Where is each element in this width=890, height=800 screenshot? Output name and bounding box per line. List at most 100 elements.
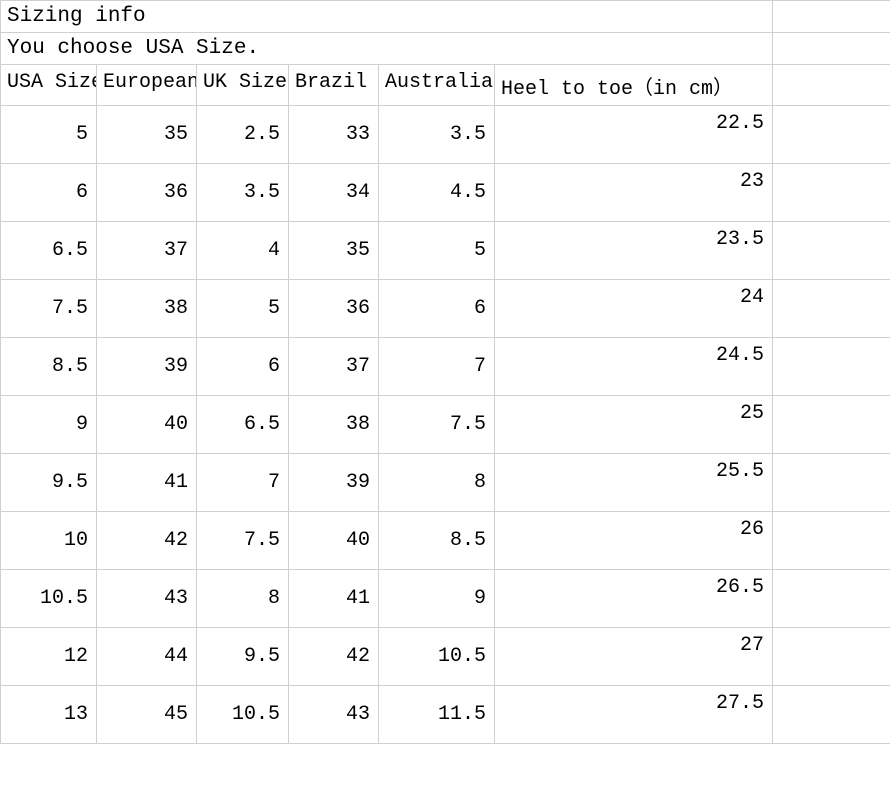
cell-uk: 8: [197, 570, 289, 628]
empty-cell: [773, 570, 890, 628]
cell-uk: 4: [197, 222, 289, 280]
cell-brazil: 34: [289, 164, 379, 222]
title-row: Sizing info: [1, 1, 890, 33]
empty-cell: [773, 1, 890, 33]
table-row: 10427.5408.526: [1, 512, 890, 570]
cell-usa: 12: [1, 628, 97, 686]
cell-uk: 3.5: [197, 164, 289, 222]
cell-uk: 7: [197, 454, 289, 512]
table-row: 9.541739825.5: [1, 454, 890, 512]
cell-heel-to-toe: 27: [495, 628, 773, 686]
table-row: 8.539637724.5: [1, 338, 890, 396]
cell-uk: 7.5: [197, 512, 289, 570]
cell-uk: 5: [197, 280, 289, 338]
cell-australia: 7.5: [379, 396, 495, 454]
table-row: 12449.54210.527: [1, 628, 890, 686]
cell-brazil: 40: [289, 512, 379, 570]
table-row: 9406.5387.525: [1, 396, 890, 454]
subtitle-row: You choose USA Size.: [1, 33, 890, 65]
cell-european: 39: [97, 338, 197, 396]
col-header-australia: Australia: [379, 65, 495, 106]
table-row: 10.543841926.5: [1, 570, 890, 628]
cell-brazil: 37: [289, 338, 379, 396]
cell-uk: 9.5: [197, 628, 289, 686]
empty-cell: [773, 512, 890, 570]
cell-european: 44: [97, 628, 197, 686]
cell-australia: 10.5: [379, 628, 495, 686]
cell-brazil: 39: [289, 454, 379, 512]
empty-cell: [773, 454, 890, 512]
cell-usa: 8.5: [1, 338, 97, 396]
table-subtitle: You choose USA Size.: [1, 33, 773, 65]
cell-heel-to-toe: 24: [495, 280, 773, 338]
cell-heel-to-toe: 24.5: [495, 338, 773, 396]
cell-heel-to-toe: 23: [495, 164, 773, 222]
cell-brazil: 35: [289, 222, 379, 280]
cell-brazil: 42: [289, 628, 379, 686]
empty-cell: [773, 33, 890, 65]
col-header-usa: USA Size: [1, 65, 97, 106]
cell-uk: 10.5: [197, 686, 289, 744]
cell-european: 40: [97, 396, 197, 454]
cell-australia: 7: [379, 338, 495, 396]
empty-cell: [773, 396, 890, 454]
cell-australia: 5: [379, 222, 495, 280]
cell-european: 42: [97, 512, 197, 570]
col-header-brazil: Brazil: [289, 65, 379, 106]
cell-usa: 6: [1, 164, 97, 222]
table-row: 134510.54311.527.5: [1, 686, 890, 744]
cell-heel-to-toe: 26: [495, 512, 773, 570]
cell-uk: 6: [197, 338, 289, 396]
empty-header: [773, 65, 890, 106]
cell-usa: 7.5: [1, 280, 97, 338]
col-header-heel-to-toe: Heel to toe（in cm）: [495, 65, 773, 106]
cell-brazil: 38: [289, 396, 379, 454]
table-row: 7.538536624: [1, 280, 890, 338]
col-header-uk: UK Size: [197, 65, 289, 106]
cell-usa: 10: [1, 512, 97, 570]
cell-usa: 13: [1, 686, 97, 744]
cell-heel-to-toe: 23.5: [495, 222, 773, 280]
cell-usa: 9: [1, 396, 97, 454]
cell-uk: 2.5: [197, 106, 289, 164]
cell-heel-to-toe: 25: [495, 396, 773, 454]
cell-heel-to-toe: 26.5: [495, 570, 773, 628]
cell-australia: 8: [379, 454, 495, 512]
empty-cell: [773, 222, 890, 280]
cell-european: 41: [97, 454, 197, 512]
table-row: 6363.5344.523: [1, 164, 890, 222]
cell-european: 43: [97, 570, 197, 628]
cell-usa: 10.5: [1, 570, 97, 628]
empty-cell: [773, 164, 890, 222]
cell-brazil: 36: [289, 280, 379, 338]
cell-australia: 4.5: [379, 164, 495, 222]
empty-cell: [773, 338, 890, 396]
cell-australia: 9: [379, 570, 495, 628]
table-row: 5352.5333.522.5: [1, 106, 890, 164]
cell-brazil: 33: [289, 106, 379, 164]
cell-european: 35: [97, 106, 197, 164]
cell-usa: 5: [1, 106, 97, 164]
cell-european: 37: [97, 222, 197, 280]
col-header-european: European: [97, 65, 197, 106]
table-row: 6.537435523.5: [1, 222, 890, 280]
cell-australia: 11.5: [379, 686, 495, 744]
cell-brazil: 41: [289, 570, 379, 628]
cell-usa: 6.5: [1, 222, 97, 280]
cell-australia: 6: [379, 280, 495, 338]
cell-australia: 3.5: [379, 106, 495, 164]
empty-cell: [773, 686, 890, 744]
cell-heel-to-toe: 25.5: [495, 454, 773, 512]
cell-european: 45: [97, 686, 197, 744]
cell-heel-to-toe: 22.5: [495, 106, 773, 164]
cell-australia: 8.5: [379, 512, 495, 570]
sizing-table: Sizing info You choose USA Size. USA Siz…: [0, 0, 890, 744]
cell-uk: 6.5: [197, 396, 289, 454]
empty-cell: [773, 280, 890, 338]
cell-brazil: 43: [289, 686, 379, 744]
empty-cell: [773, 106, 890, 164]
cell-european: 36: [97, 164, 197, 222]
header-row: USA Size European UK Size Brazil Austral…: [1, 65, 890, 106]
table-title: Sizing info: [1, 1, 773, 33]
cell-heel-to-toe: 27.5: [495, 686, 773, 744]
